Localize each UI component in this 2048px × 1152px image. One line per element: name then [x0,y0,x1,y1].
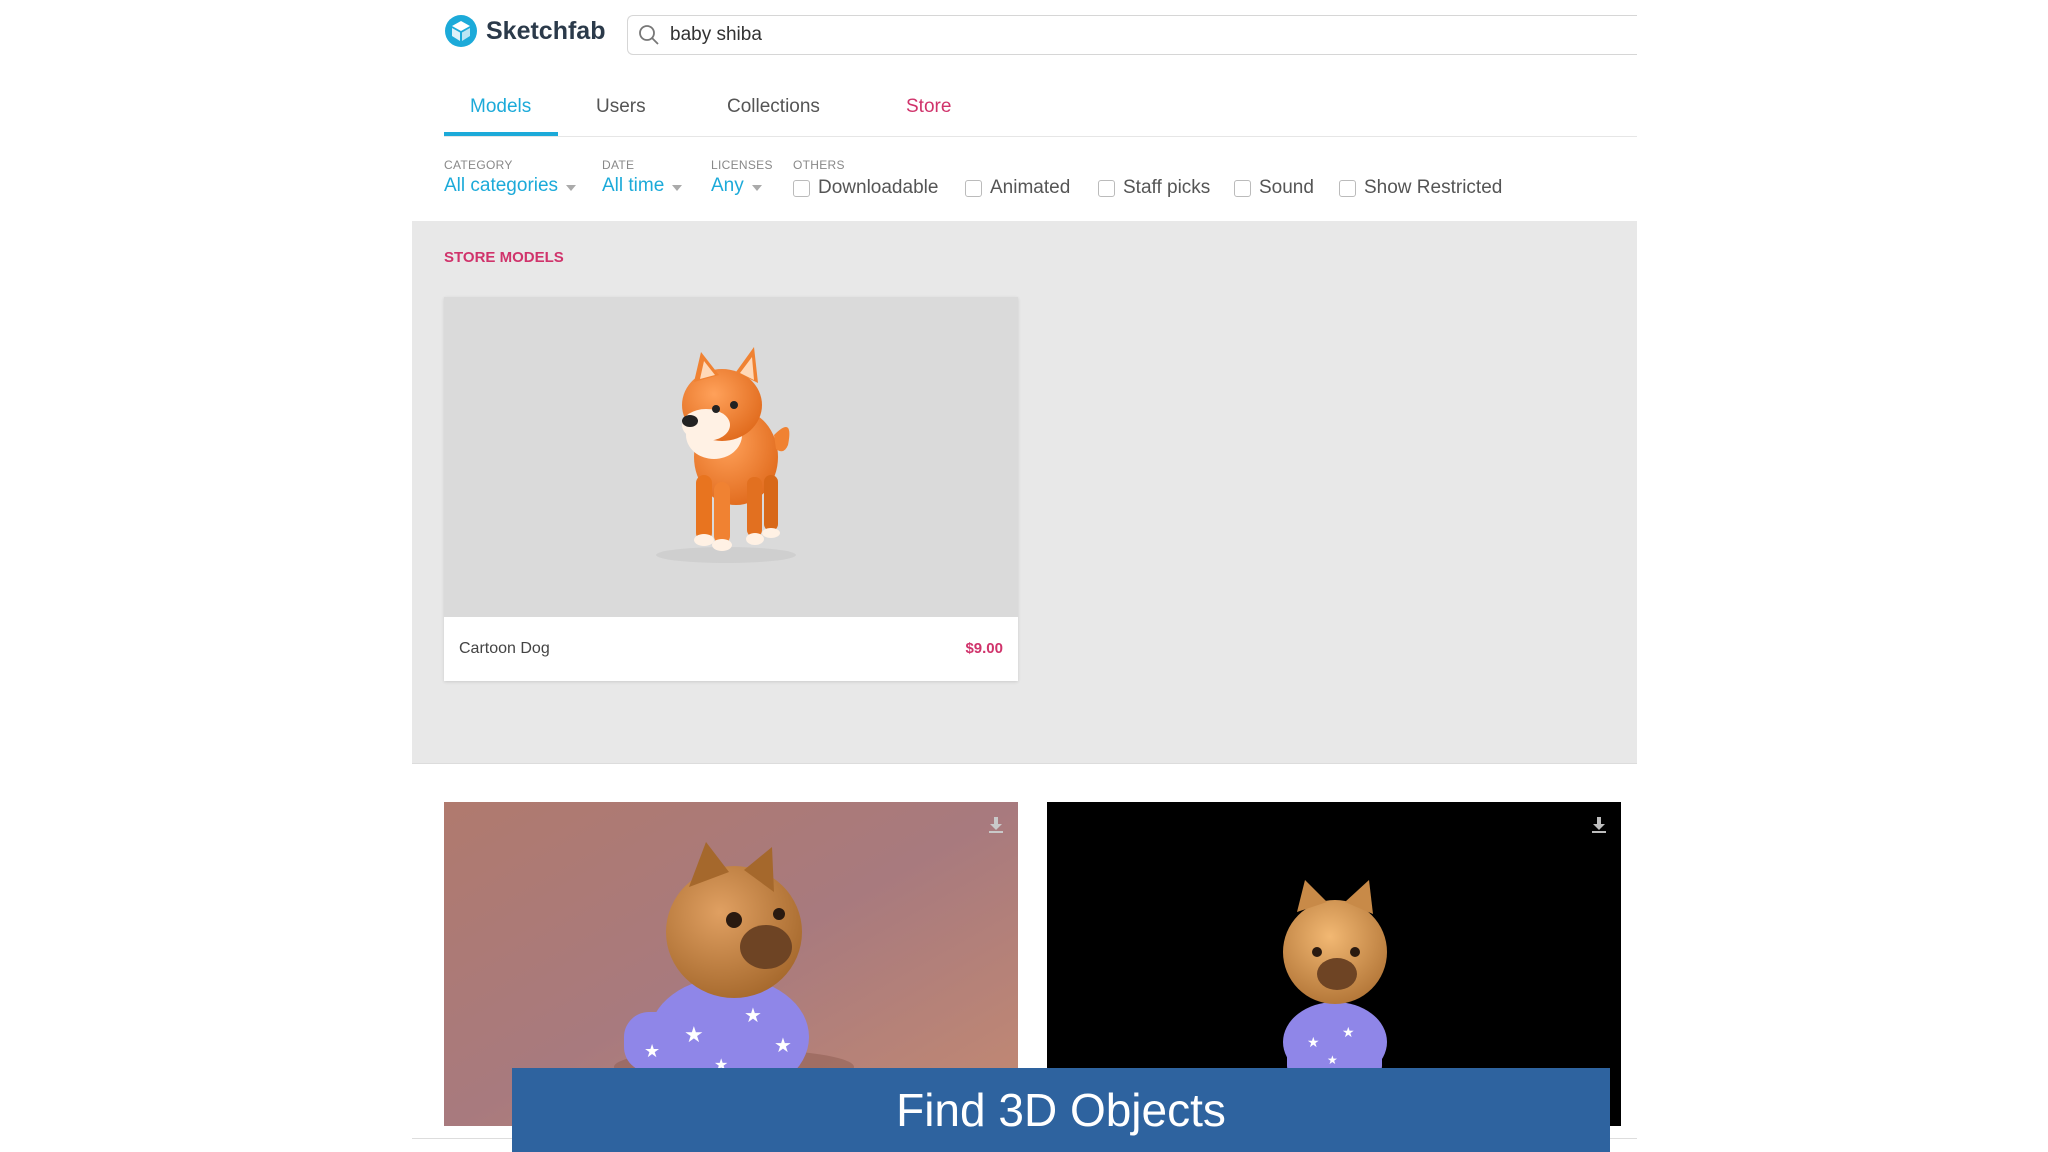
checkbox-animated[interactable]: Animated [965,177,1070,199]
svg-text:★: ★ [684,1022,704,1047]
checkbox-label: Downloadable [818,177,939,198]
active-tab-indicator [444,132,558,136]
filter-category-value: All categories [444,175,559,196]
tab-models[interactable]: Models [470,96,531,118]
filter-date[interactable]: DATE All time [602,158,683,197]
checkbox-sound[interactable]: Sound [1234,177,1314,199]
download-icon[interactable] [1589,814,1609,834]
checkbox-box[interactable] [1234,179,1251,197]
checkbox-box[interactable] [965,179,982,197]
chevron-down-icon [672,184,683,191]
model-thumbnail[interactable] [444,297,1018,617]
checkbox-label: Sound [1259,177,1314,198]
store-models-section: STORE MODELS Cartoon Dog $9.00 [412,221,1637,764]
search-input[interactable] [668,23,1572,47]
svg-text:★: ★ [644,1041,660,1061]
svg-text:★: ★ [774,1035,792,1057]
checkbox-box[interactable] [1339,179,1356,197]
chevron-down-icon [566,184,577,191]
sketchfab-logo[interactable]: Sketchfab [444,14,605,48]
checkbox-staff-picks[interactable]: Staff picks [1098,177,1210,199]
caption-banner: Find 3D Objects [512,1068,1610,1152]
filter-others-label: OTHERS [793,158,845,172]
tab-users[interactable]: Users [596,96,646,118]
checkbox-box[interactable] [793,179,810,197]
checkbox-box[interactable] [1098,179,1115,197]
filter-licenses-label: LICENSES [711,158,773,172]
filter-others: OTHERS [793,158,845,172]
cartoon-dog-image [656,347,796,563]
chevron-down-icon [751,184,762,191]
search-icon [639,25,659,45]
svg-text:★: ★ [1327,1053,1338,1067]
store-model-card[interactable]: Cartoon Dog $9.00 [444,297,1018,681]
checkbox-label: Show Restricted [1364,177,1503,198]
sketchfab-logo-icon [445,15,477,47]
download-icon[interactable] [986,814,1006,834]
filter-licenses-value: Any [711,175,744,196]
filter-date-value: All time [602,175,665,196]
svg-text:★: ★ [1342,1024,1355,1040]
store-models-title: STORE MODELS [444,249,564,266]
model-name[interactable]: Cartoon Dog [459,640,550,658]
svg-text:★: ★ [744,1005,762,1027]
filter-licenses-dropdown[interactable]: Any [711,175,773,197]
checkbox-label: Animated [990,177,1071,198]
search-bar[interactable] [627,15,1637,55]
tab-store[interactable]: Store [906,96,951,118]
filter-date-label: DATE [602,158,635,172]
filter-category-label: CATEGORY [444,158,513,172]
filter-category[interactable]: CATEGORY All categories [444,158,577,197]
checkbox-show-restricted[interactable]: Show Restricted [1339,177,1502,199]
tab-collections[interactable]: Collections [727,96,820,118]
filter-licenses[interactable]: LICENSES Any [711,158,773,197]
logo-text: Sketchfab [486,16,606,45]
filter-date-dropdown[interactable]: All time [602,175,683,197]
model-price: $9.00 [965,640,1003,657]
checkbox-label: Staff picks [1123,177,1211,198]
svg-text:★: ★ [1307,1034,1320,1050]
search-tabs: Models Users Collections Store [444,88,1637,137]
checkbox-downloadable[interactable]: Downloadable [793,177,938,199]
page: Sketchfab Models Users Collections Store… [412,0,1637,1152]
filter-category-dropdown[interactable]: All categories [444,175,577,197]
